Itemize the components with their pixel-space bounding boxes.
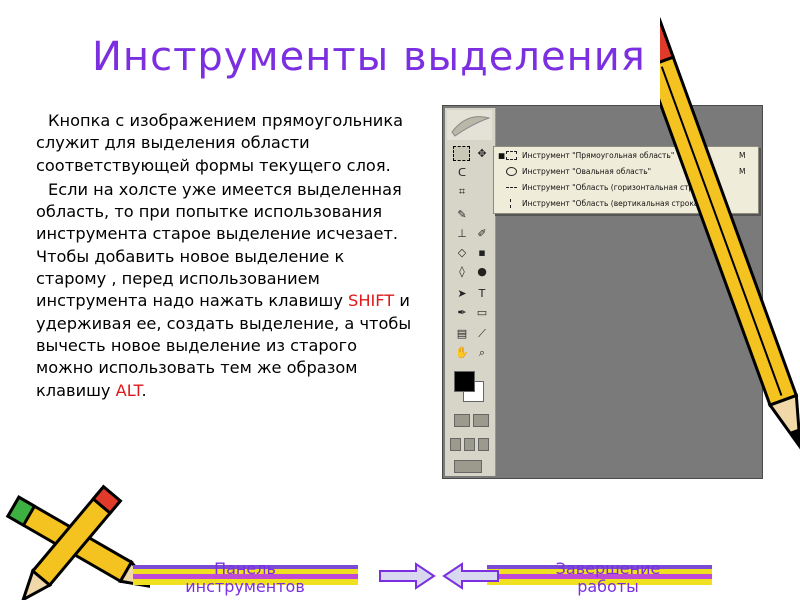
zoom-tool-icon[interactable]: ⌕ — [473, 345, 491, 360]
finish-work-link[interactable]: Завершение работы — [548, 560, 668, 596]
foreground-color-swatch[interactable] — [454, 371, 475, 392]
type-tool-icon[interactable]: T — [473, 286, 491, 301]
paragraph-2-text-c: . — [141, 380, 147, 400]
stamp-tool-icon[interactable]: ⊥ — [453, 226, 471, 241]
paragraph-2-text-a: Если на холсте уже имеется выделенная об… — [36, 179, 402, 311]
standard-mode-icon[interactable] — [454, 414, 470, 427]
dodge-tool-icon[interactable]: ● — [473, 264, 491, 279]
lasso-tool-icon[interactable]: ᑕ — [453, 165, 471, 180]
pencil-right-icon — [660, 17, 800, 453]
previous-arrow-icon[interactable] — [442, 562, 500, 590]
toolbox-header — [447, 110, 492, 140]
pen-tool-icon[interactable]: ✒ — [453, 305, 471, 320]
blur-tool-icon[interactable]: ◊ — [453, 264, 471, 279]
single-row-marquee-icon — [506, 187, 517, 190]
path-select-icon[interactable]: ➤ — [453, 286, 471, 301]
ellipse-marquee-icon — [506, 167, 517, 176]
hand-tool-icon[interactable]: ✋ — [453, 345, 471, 360]
screen-mode-2-icon[interactable] — [464, 438, 475, 451]
eraser-tool-icon[interactable]: ◇ — [453, 245, 471, 260]
toolbox-panel: ✥ ᑕ ⌗ ✎ ⊥ ✐ ◇ ▪ ◊ ● ➤ T ✒ ▭ ▤ ⟋ ✋ ⌕ — [445, 108, 496, 476]
crop-tool-icon[interactable]: ⌗ — [453, 184, 471, 199]
toolbar-panel-link[interactable]: Панель инструментов — [185, 560, 305, 596]
paragraph-2: Если на холсте уже имеется выделенная об… — [36, 179, 416, 402]
single-column-marquee-icon — [510, 199, 512, 208]
history-brush-icon[interactable]: ✐ — [473, 226, 491, 241]
next-arrow-icon[interactable] — [378, 562, 436, 590]
move-tool-icon[interactable]: ✥ — [473, 146, 491, 161]
flyout-item-label: Инструмент "Прямоугольная область" — [522, 151, 675, 160]
jump-to-imageready-icon[interactable] — [454, 460, 482, 473]
gradient-tool-icon[interactable]: ▪ — [473, 245, 491, 260]
slide-title: Инструменты выделения — [92, 34, 646, 80]
shift-key-label: SHIFT — [348, 291, 395, 311]
paragraph-1: Кнопка с изображением прямоугольника слу… — [36, 111, 404, 175]
shape-tool-icon[interactable]: ▭ — [473, 305, 491, 320]
notes-tool-icon[interactable]: ▤ — [453, 326, 471, 341]
eyedropper-tool-icon[interactable]: ⟋ — [473, 326, 491, 341]
selected-bullet: ■ — [498, 151, 506, 160]
screen-mode-3-icon[interactable] — [478, 438, 489, 451]
flyout-item-label: Инструмент "Овальная область" — [522, 167, 652, 176]
rect-marquee-tool-icon[interactable] — [453, 146, 470, 161]
slide-body: Кнопка с изображением прямоугольника слу… — [36, 110, 416, 404]
feather-logo-icon — [451, 116, 491, 137]
pencils-bottom-left-icon — [5, 484, 150, 600]
quick-mask-icon[interactable] — [473, 414, 489, 427]
rect-marquee-icon — [506, 151, 517, 160]
alt-key-label: ALT — [115, 380, 142, 400]
healing-brush-icon[interactable]: ✎ — [453, 207, 471, 222]
screen-mode-1-icon[interactable] — [450, 438, 461, 451]
